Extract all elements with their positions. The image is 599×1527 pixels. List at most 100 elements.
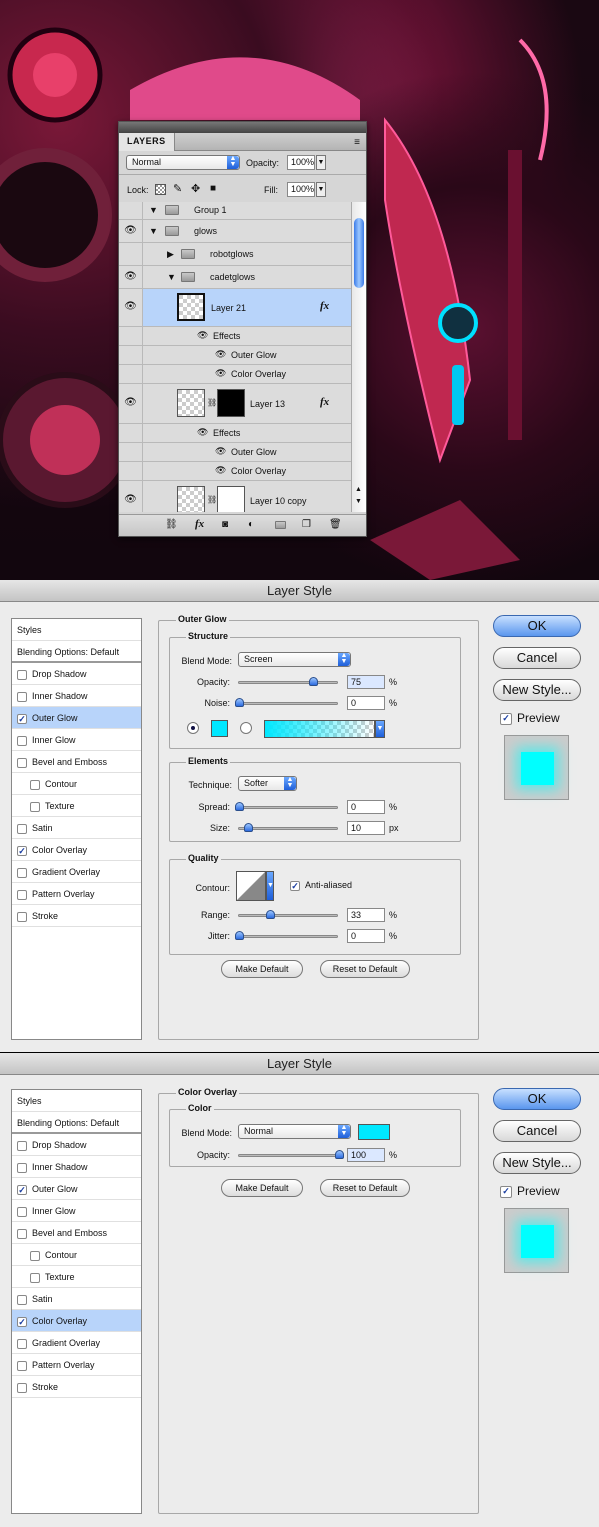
eye-icon[interactable]: 👁 <box>119 220 143 242</box>
style-item-satin[interactable]: Satin <box>12 817 141 839</box>
overlay-color-swatch[interactable] <box>358 1124 390 1140</box>
panel-titlebar[interactable] <box>119 122 366 133</box>
visibility-toggle[interactable] <box>119 424 143 442</box>
opacity-dropdown-icon[interactable]: ▼ <box>316 155 326 170</box>
slider-knob[interactable] <box>266 910 275 919</box>
layer-row-group1[interactable]: ▼ Group 1 <box>119 202 351 220</box>
checkbox[interactable] <box>17 1294 27 1305</box>
effect-row-color-overlay[interactable]: 👁 Color Overlay <box>119 365 351 384</box>
checkbox[interactable] <box>17 867 27 878</box>
checkbox[interactable] <box>17 1140 27 1151</box>
style-item-outer-glow[interactable]: ✓ Outer Glow <box>12 1178 141 1200</box>
gradient-picker[interactable] <box>264 720 375 738</box>
scroll-up-icon[interactable]: ▲ <box>355 486 362 493</box>
lock-all-icon[interactable]: ■ <box>210 183 216 194</box>
eye-icon[interactable]: 👁 <box>119 481 143 512</box>
style-item-satin[interactable]: Satin <box>12 1288 141 1310</box>
style-item-pattern-overlay[interactable]: Pattern Overlay <box>12 883 141 905</box>
checkbox-checked[interactable]: ✓ <box>17 845 27 856</box>
cancel-button[interactable]: Cancel <box>493 1120 581 1142</box>
panel-menu-icon[interactable]: ≡ <box>354 137 360 148</box>
new-style-button[interactable]: New Style... <box>493 679 581 701</box>
style-item-gradient-overlay[interactable]: Gradient Overlay <box>12 861 141 883</box>
opacity-slider[interactable] <box>238 677 338 686</box>
checkbox[interactable] <box>30 1272 40 1283</box>
link-layers-icon[interactable]: ⛓ <box>165 519 178 530</box>
style-item-stroke[interactable]: Stroke <box>12 1376 141 1398</box>
glow-color-swatch[interactable] <box>211 720 228 737</box>
technique-select[interactable]: Softer ▲ ▼ <box>238 776 297 791</box>
lock-brush-icon[interactable]: ✎ <box>173 182 182 195</box>
eye-icon[interactable]: 👁 <box>119 289 143 326</box>
style-item-drop-shadow[interactable]: Drop Shadow <box>12 1134 141 1156</box>
checkbox-checked[interactable]: ✓ <box>17 1184 27 1195</box>
disclosure-icon[interactable]: ▶ <box>167 249 174 260</box>
eye-icon[interactable]: 👁 <box>119 384 143 423</box>
effect-row-outer-glow[interactable]: 👁 Outer Glow <box>119 346 351 365</box>
style-item-contour[interactable]: Contour <box>12 773 141 795</box>
style-item-texture[interactable]: Texture <box>12 1266 141 1288</box>
checkbox[interactable] <box>17 1382 27 1393</box>
eye-icon[interactable]: 👁 <box>197 427 208 438</box>
range-slider[interactable] <box>238 910 338 919</box>
opacity-slider[interactable] <box>238 1150 344 1159</box>
style-item-pattern-overlay[interactable]: Pattern Overlay <box>12 1354 141 1376</box>
checkbox[interactable] <box>17 735 27 746</box>
preview-checkbox[interactable]: ✓ Preview <box>500 711 560 725</box>
checkbox[interactable] <box>17 889 27 900</box>
style-item-gradient-overlay[interactable]: Gradient Overlay <box>12 1332 141 1354</box>
checkbox[interactable] <box>17 823 27 834</box>
style-item-stroke[interactable]: Stroke <box>12 905 141 927</box>
noise-input[interactable]: 0 <box>347 696 385 710</box>
blend-mode-select[interactable]: Normal ▲ ▼ <box>238 1124 351 1139</box>
opacity-field[interactable]: 100% <box>287 155 315 170</box>
ok-button[interactable]: OK <box>493 1088 581 1110</box>
new-layer-icon[interactable]: ❐ <box>302 519 311 530</box>
layers-scrollbar[interactable]: ▲ ▼ <box>351 202 366 512</box>
link-icon[interactable]: ⛓ <box>207 495 217 504</box>
fill-field[interactable]: 100% <box>287 182 315 197</box>
style-item-bevel-emboss[interactable]: Bevel and Emboss <box>12 751 141 773</box>
eye-icon[interactable]: 👁 <box>197 330 208 341</box>
style-item-contour[interactable]: Contour <box>12 1244 141 1266</box>
checkbox-checked[interactable]: ✓ <box>17 713 27 724</box>
checkbox-checked[interactable]: ✓ <box>290 880 300 891</box>
scroll-down-icon[interactable]: ▼ <box>355 498 362 505</box>
style-item-texture[interactable]: Texture <box>12 795 141 817</box>
scrollbar-thumb[interactable] <box>354 218 364 288</box>
preview-checkbox[interactable]: ✓ Preview <box>500 1184 560 1198</box>
checkbox[interactable] <box>30 779 40 790</box>
disclosure-icon[interactable]: ▼ <box>149 226 158 236</box>
reset-to-default-button[interactable]: Reset to Default <box>320 1179 410 1197</box>
style-item-color-overlay[interactable]: ✓ Color Overlay <box>12 839 141 861</box>
checkbox-checked[interactable]: ✓ <box>17 1316 27 1327</box>
style-item-bevel-emboss[interactable]: Bevel and Emboss <box>12 1222 141 1244</box>
make-default-button[interactable]: Make Default <box>221 960 303 978</box>
style-item-inner-shadow[interactable]: Inner Shadow <box>12 1156 141 1178</box>
jitter-input[interactable]: 0 <box>347 929 385 943</box>
checkbox[interactable] <box>17 1360 27 1371</box>
ok-button[interactable]: OK <box>493 615 581 637</box>
noise-slider[interactable] <box>235 698 338 707</box>
slider-knob[interactable] <box>335 1150 344 1159</box>
layer-mask-thumbnail[interactable] <box>217 389 245 417</box>
checkbox-checked[interactable]: ✓ <box>500 712 512 725</box>
blend-mode-select[interactable]: Screen ▲ ▼ <box>238 652 351 667</box>
contour-dropdown-icon[interactable]: ▼ <box>266 871 274 901</box>
new-group-icon[interactable] <box>275 520 286 531</box>
adjustment-layer-icon[interactable]: ◐ <box>248 519 254 530</box>
visibility-toggle[interactable] <box>119 202 143 219</box>
slider-knob[interactable] <box>309 677 318 686</box>
link-icon[interactable]: ⛓ <box>207 398 217 407</box>
fx-icon[interactable]: fx <box>320 396 329 408</box>
disclosure-icon[interactable]: ▼ <box>167 272 176 282</box>
visibility-toggle[interactable] <box>119 327 143 345</box>
visibility-toggle[interactable] <box>119 462 143 480</box>
size-input[interactable]: 10 <box>347 821 385 835</box>
slider-knob[interactable] <box>235 802 244 811</box>
checkbox[interactable] <box>17 691 27 702</box>
reset-to-default-button[interactable]: Reset to Default <box>320 960 410 978</box>
effect-row-color-overlay[interactable]: 👁 Color Overlay <box>119 462 351 481</box>
styles-header[interactable]: Styles <box>12 1090 141 1112</box>
checkbox[interactable] <box>17 757 27 768</box>
